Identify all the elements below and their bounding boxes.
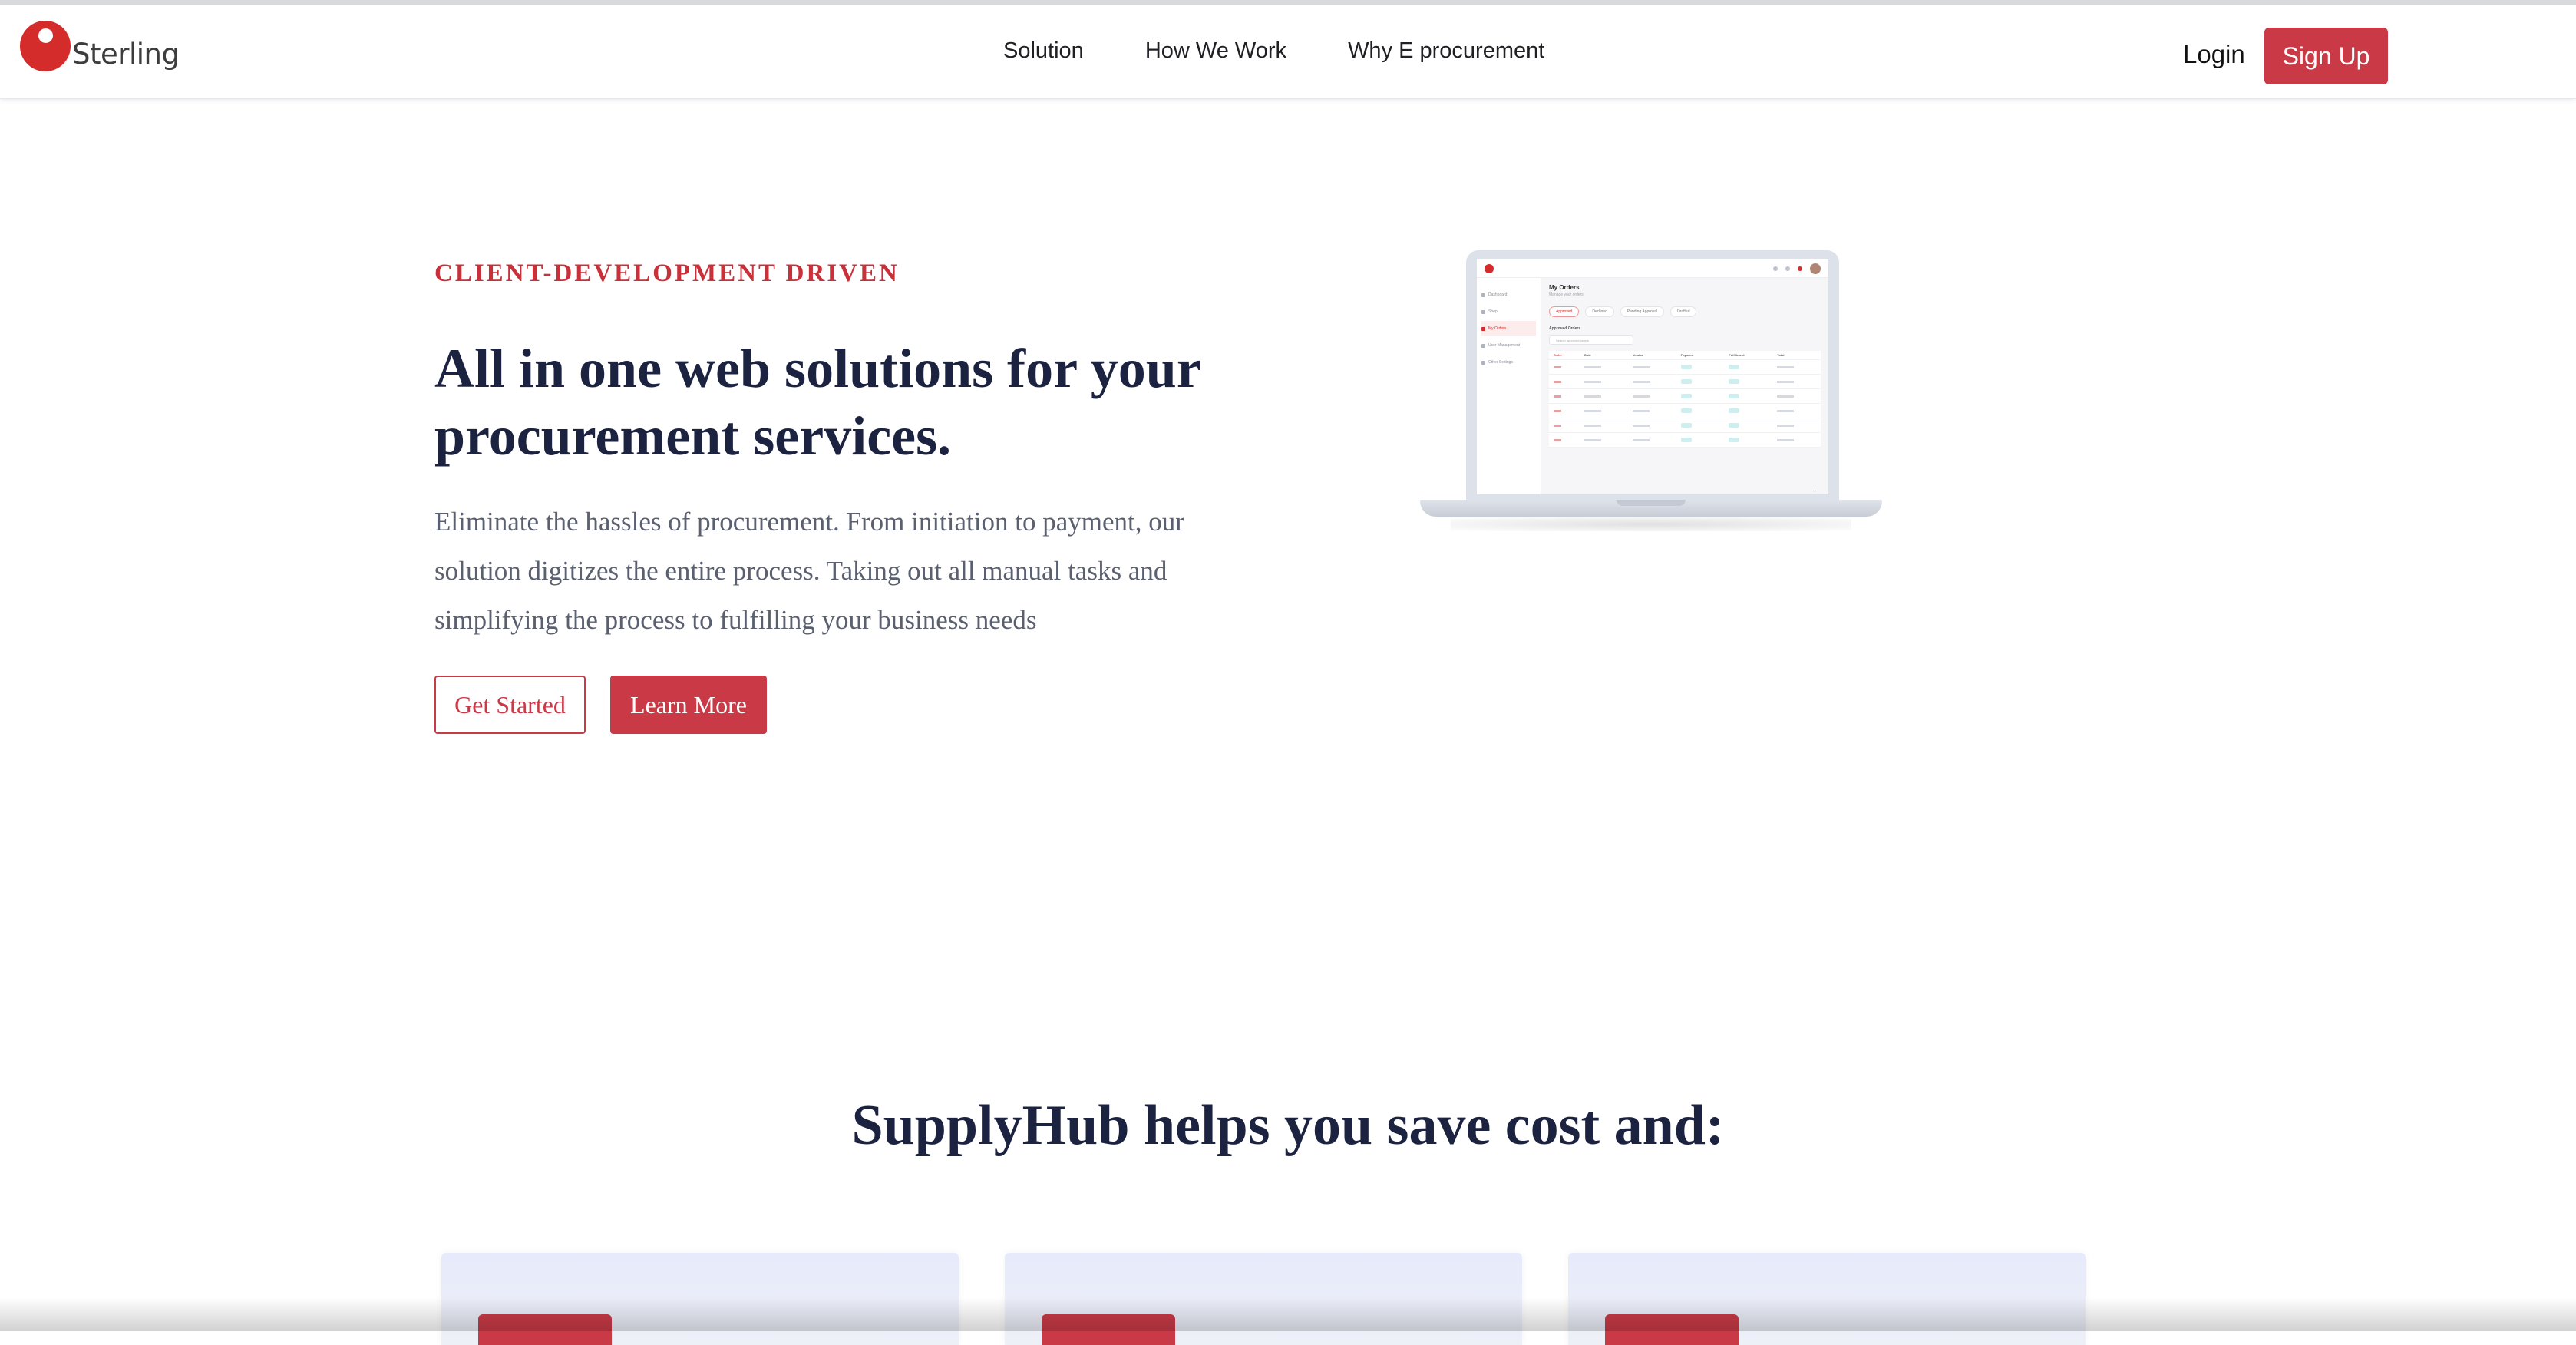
screen-table-header: Order Date Vendor Payment Fulfillment To… (1549, 351, 1821, 360)
nav-link-how-we-work[interactable]: How We Work (1145, 38, 1286, 64)
top-navbar: Sterling Solution How We Work Why E proc… (0, 0, 2576, 99)
screen-title: My Orders (1549, 284, 1580, 291)
screen-topbar-icons (1773, 263, 1821, 274)
screen-sidebar-item: User Management (1481, 338, 1536, 353)
screen-tab: Drafted (1670, 306, 1697, 317)
screen-tab: Pending Approval (1620, 306, 1665, 317)
screen-tab: Approved (1549, 306, 1580, 317)
screen-table-row (1549, 433, 1821, 448)
feature-card-badge (478, 1314, 612, 1345)
hero-description: Eliminate the hassles of procurement. Fr… (434, 507, 1184, 635)
screen-tabs: Approved Declined Pending Approval Draft… (1549, 306, 1821, 317)
screen-sidebar-item: My Orders (1481, 321, 1536, 336)
hero-title: All in one web solutions for your procur… (434, 338, 1200, 467)
laptop-notch (1617, 500, 1686, 506)
laptop-lid: Dashboard Shop My Orders User Management… (1466, 250, 1839, 504)
get-started-button[interactable]: Get Started (434, 676, 586, 734)
screen-section-label: Approved Orders (1549, 326, 1581, 331)
screen-search: Search approved orders (1549, 335, 1633, 345)
screen-main: My Orders Manage your orders Approved De… (1549, 284, 1821, 494)
laptop-mockup: Dashboard Shop My Orders User Management… (1420, 250, 1882, 534)
screen-subtitle: Manage your orders (1549, 292, 1584, 297)
hero-eyebrow: CLIENT-DEVELOPMENT DRIVEN (434, 259, 900, 287)
feature-card (1005, 1253, 1522, 1345)
learn-more-button[interactable]: Learn More (610, 676, 767, 734)
screen-table-row (1549, 404, 1821, 418)
screen-tab: Declined (1585, 306, 1614, 317)
screen-pager: ‹ › (1813, 489, 1816, 493)
screen-sidebar-item: Other Settings (1481, 355, 1536, 370)
screen-table-row (1549, 360, 1821, 375)
avatar (1810, 263, 1821, 274)
nav-link-why-e-procurement[interactable]: Why E procurement (1348, 38, 1544, 64)
cart-icon (1785, 266, 1790, 271)
nav-link-solution[interactable]: Solution (1003, 38, 1084, 64)
screen-sidebar-item: Shop (1481, 304, 1536, 319)
feature-card (1568, 1253, 2086, 1345)
sign-up-button[interactable]: Sign Up (2264, 28, 2388, 84)
login-link[interactable]: Login (2183, 40, 2245, 69)
logo-mark-icon (20, 21, 71, 71)
screen-table: Order Date Vendor Payment Fulfillment To… (1549, 351, 1821, 448)
feature-card (441, 1253, 959, 1345)
feature-card-badge (1605, 1314, 1739, 1345)
laptop-shadow (1451, 517, 1851, 531)
screen-table-row (1549, 375, 1821, 389)
notification-icon (1798, 266, 1802, 271)
features-title: SupplyHub helps you save cost and: (851, 1094, 1725, 1157)
feature-card-badge (1042, 1314, 1175, 1345)
screen-logo-icon (1485, 264, 1494, 273)
main-nav: Solution How We Work Why E procurement (1003, 38, 1544, 64)
laptop-screen: Dashboard Shop My Orders User Management… (1477, 259, 1828, 494)
bell-icon (1773, 266, 1778, 271)
screen-table-row (1549, 389, 1821, 404)
screen-topbar (1477, 259, 1828, 278)
screen-sidebar: Dashboard Shop My Orders User Management… (1477, 278, 1541, 494)
screen-sidebar-item: Dashboard (1481, 287, 1536, 302)
sterling-logo[interactable]: Sterling (20, 18, 180, 74)
logo-text: Sterling (72, 37, 180, 71)
screen-table-row (1549, 418, 1821, 433)
